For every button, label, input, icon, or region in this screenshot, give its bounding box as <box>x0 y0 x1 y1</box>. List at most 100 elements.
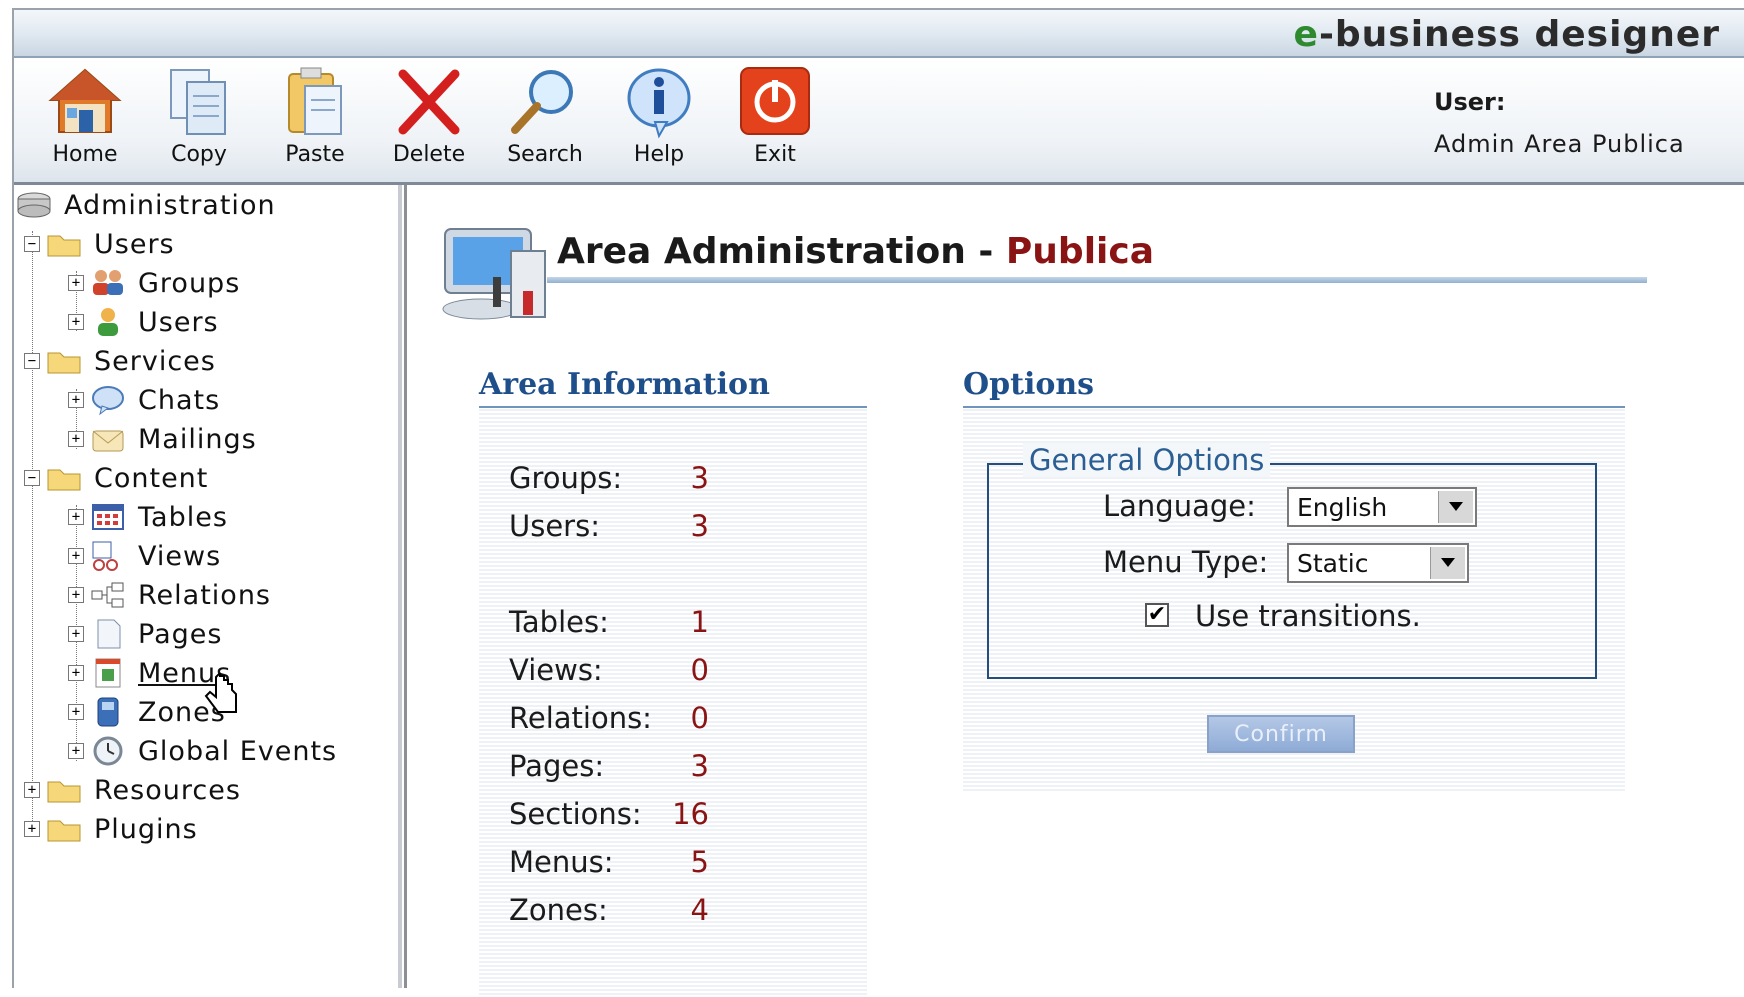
mail-icon <box>92 430 124 452</box>
help-icon <box>627 68 691 139</box>
clock-icon <box>93 736 123 766</box>
area-info-heading: Area Information <box>479 367 770 402</box>
info-row-zones: Zones: 4 <box>509 893 709 927</box>
expand-icon[interactable]: + <box>68 275 84 291</box>
delete-icon <box>398 69 460 135</box>
options-rule <box>963 406 1625 408</box>
collapse-icon[interactable]: − <box>24 353 40 369</box>
confirm-button[interactable]: Confirm <box>1207 715 1355 753</box>
tree-item-services-folder[interactable]: − Services <box>24 341 216 381</box>
area-info-rule <box>479 406 867 408</box>
delete-button[interactable]: Delete <box>374 64 484 167</box>
home-icon <box>48 68 122 133</box>
tree-item-relations[interactable]: + Relations <box>68 575 271 615</box>
expand-icon[interactable]: + <box>24 782 40 798</box>
info-row-sections: Sections: 16 <box>509 797 709 831</box>
toolbar: Home Copy Paste Delete Search Help Exit … <box>14 58 1744 185</box>
tree-item-pages[interactable]: + Pages <box>68 614 222 654</box>
copy-button[interactable]: Copy <box>144 64 254 167</box>
expand-icon[interactable]: + <box>68 743 84 759</box>
paste-button[interactable]: Paste <box>260 64 370 167</box>
admin-computer-icon <box>442 228 546 320</box>
info-row-views: Views: 0 <box>509 653 709 687</box>
user-icon <box>98 308 118 336</box>
tree-item-users[interactable]: + Users <box>68 302 219 342</box>
folder-icon <box>47 781 81 803</box>
table-icon <box>92 504 124 530</box>
hand-cursor-icon <box>204 673 237 713</box>
search-button[interactable]: Search <box>490 64 600 167</box>
title-bar: e-business designer <box>14 10 1744 58</box>
expand-icon[interactable]: + <box>24 821 40 837</box>
expand-icon[interactable]: + <box>68 392 84 408</box>
folder-icon <box>47 820 81 842</box>
checkmark-icon: ✔ <box>1147 602 1167 627</box>
exit-icon <box>740 67 810 135</box>
tree-item-groups[interactable]: + Groups <box>68 263 240 303</box>
home-button[interactable]: Home <box>30 64 140 167</box>
info-row-groups: Groups: 3 <box>509 461 709 495</box>
language-label: Language: <box>1103 489 1256 523</box>
collapse-icon[interactable]: − <box>24 236 40 252</box>
menu-type-select[interactable]: Static <box>1287 543 1469 583</box>
expand-icon[interactable]: + <box>68 626 84 642</box>
help-button[interactable]: Help <box>604 64 714 167</box>
info-row-users: Users: 3 <box>509 509 709 543</box>
tree-item-global-events[interactable]: + Global Events <box>68 731 337 771</box>
user-info: User: Admin Area Publica <box>1434 88 1685 158</box>
expand-icon[interactable]: + <box>68 548 84 564</box>
zone-icon <box>97 697 119 727</box>
tree-item-chats[interactable]: + Chats <box>68 380 220 420</box>
exit-button[interactable]: Exit <box>720 64 830 167</box>
relations-icon <box>91 582 124 608</box>
menu-type-label: Menu Type: <box>1103 545 1269 579</box>
tree-item-users-folder[interactable]: − Users <box>24 224 175 264</box>
user-label: User: <box>1434 88 1506 116</box>
expand-icon[interactable]: + <box>68 587 84 603</box>
use-transitions-checkbox[interactable]: ✔ <box>1145 603 1169 627</box>
menu-icon <box>95 658 121 688</box>
chat-icon <box>92 386 124 416</box>
expand-icon[interactable]: + <box>68 509 84 525</box>
tree-root-administration[interactable]: Administration <box>16 185 276 225</box>
tree-item-tables[interactable]: + Tables <box>68 497 228 537</box>
tree-item-resources-folder[interactable]: + Resources <box>24 770 241 810</box>
info-row-pages: Pages: 3 <box>509 749 709 783</box>
expand-icon[interactable]: + <box>68 431 84 447</box>
search-icon <box>511 70 573 134</box>
user-name: Admin Area Publica <box>1434 130 1685 158</box>
language-select[interactable]: English <box>1287 487 1477 527</box>
folder-open-icon <box>47 469 81 491</box>
sidebar-tree: Administration − Users + Groups + Users … <box>14 185 402 988</box>
general-options-legend: General Options <box>1023 443 1271 477</box>
tree-item-zones[interactable]: + Zones <box>68 692 226 732</box>
chevron-down-icon <box>1438 491 1473 523</box>
groups-icon <box>93 270 123 295</box>
expand-icon[interactable]: + <box>68 314 84 330</box>
copy-icon <box>170 69 226 135</box>
folder-open-icon <box>47 352 81 374</box>
view-icon <box>92 541 118 571</box>
info-row-menus: Menus: 5 <box>509 845 709 879</box>
use-transitions-label: Use transitions. <box>1195 599 1421 633</box>
expand-icon[interactable]: + <box>68 704 84 720</box>
server-icon <box>17 192 51 218</box>
tree-item-content-folder[interactable]: − Content <box>24 458 208 498</box>
brand-logo: e-business designer <box>1293 14 1720 55</box>
collapse-icon[interactable]: − <box>24 470 40 486</box>
tree-item-mailings[interactable]: + Mailings <box>68 419 257 459</box>
chevron-down-icon <box>1430 547 1465 579</box>
title-divider <box>547 277 1647 283</box>
page-title: Area Administration - Publica <box>557 231 1155 272</box>
info-row-tables: Tables: 1 <box>509 605 709 639</box>
paste-icon <box>288 67 342 135</box>
tree-item-views[interactable]: + Views <box>68 536 221 576</box>
app-window: e-business designer Home Copy Paste Dele… <box>12 8 1744 997</box>
info-row-relations: Relations: 0 <box>509 701 709 735</box>
tree-item-plugins-folder[interactable]: + Plugins <box>24 809 198 849</box>
tree-line <box>32 231 33 831</box>
options-heading: Options <box>963 367 1095 402</box>
main-content: Area Administration - Publica Area Infor… <box>404 185 1744 997</box>
page-icon <box>97 619 121 649</box>
expand-icon[interactable]: + <box>68 665 84 681</box>
